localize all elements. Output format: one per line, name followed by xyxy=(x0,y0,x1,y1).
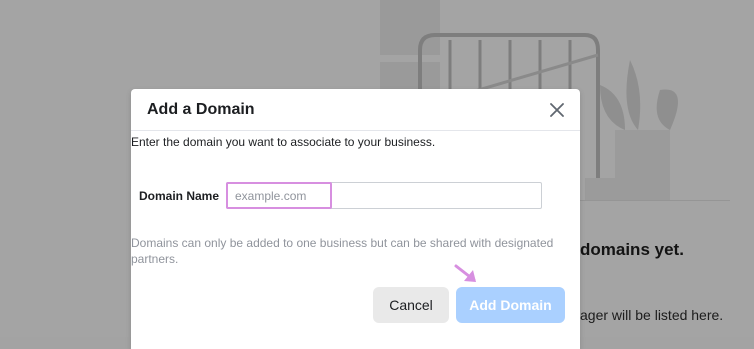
close-button[interactable] xyxy=(546,99,568,121)
domain-name-label: Domain Name xyxy=(139,189,220,203)
dialog-header-divider xyxy=(131,130,580,131)
pointer-arrow-icon xyxy=(454,264,476,282)
empty-state-subtext: ager will be listed here. xyxy=(580,307,724,323)
close-icon xyxy=(550,103,564,117)
dialog-description: Enter the domain you want to associate t… xyxy=(131,135,436,149)
add-domain-button[interactable]: Add Domain xyxy=(456,287,565,323)
domain-name-input[interactable] xyxy=(226,182,542,209)
empty-state-heading: domains yet. xyxy=(580,240,684,259)
cancel-button[interactable]: Cancel xyxy=(373,287,449,323)
dialog-title: Add a Domain xyxy=(147,101,255,118)
dialog-help-text: Domains can only be added to one busines… xyxy=(131,236,554,266)
add-domain-dialog: Add a Domain Enter the domain you want t… xyxy=(131,89,580,349)
